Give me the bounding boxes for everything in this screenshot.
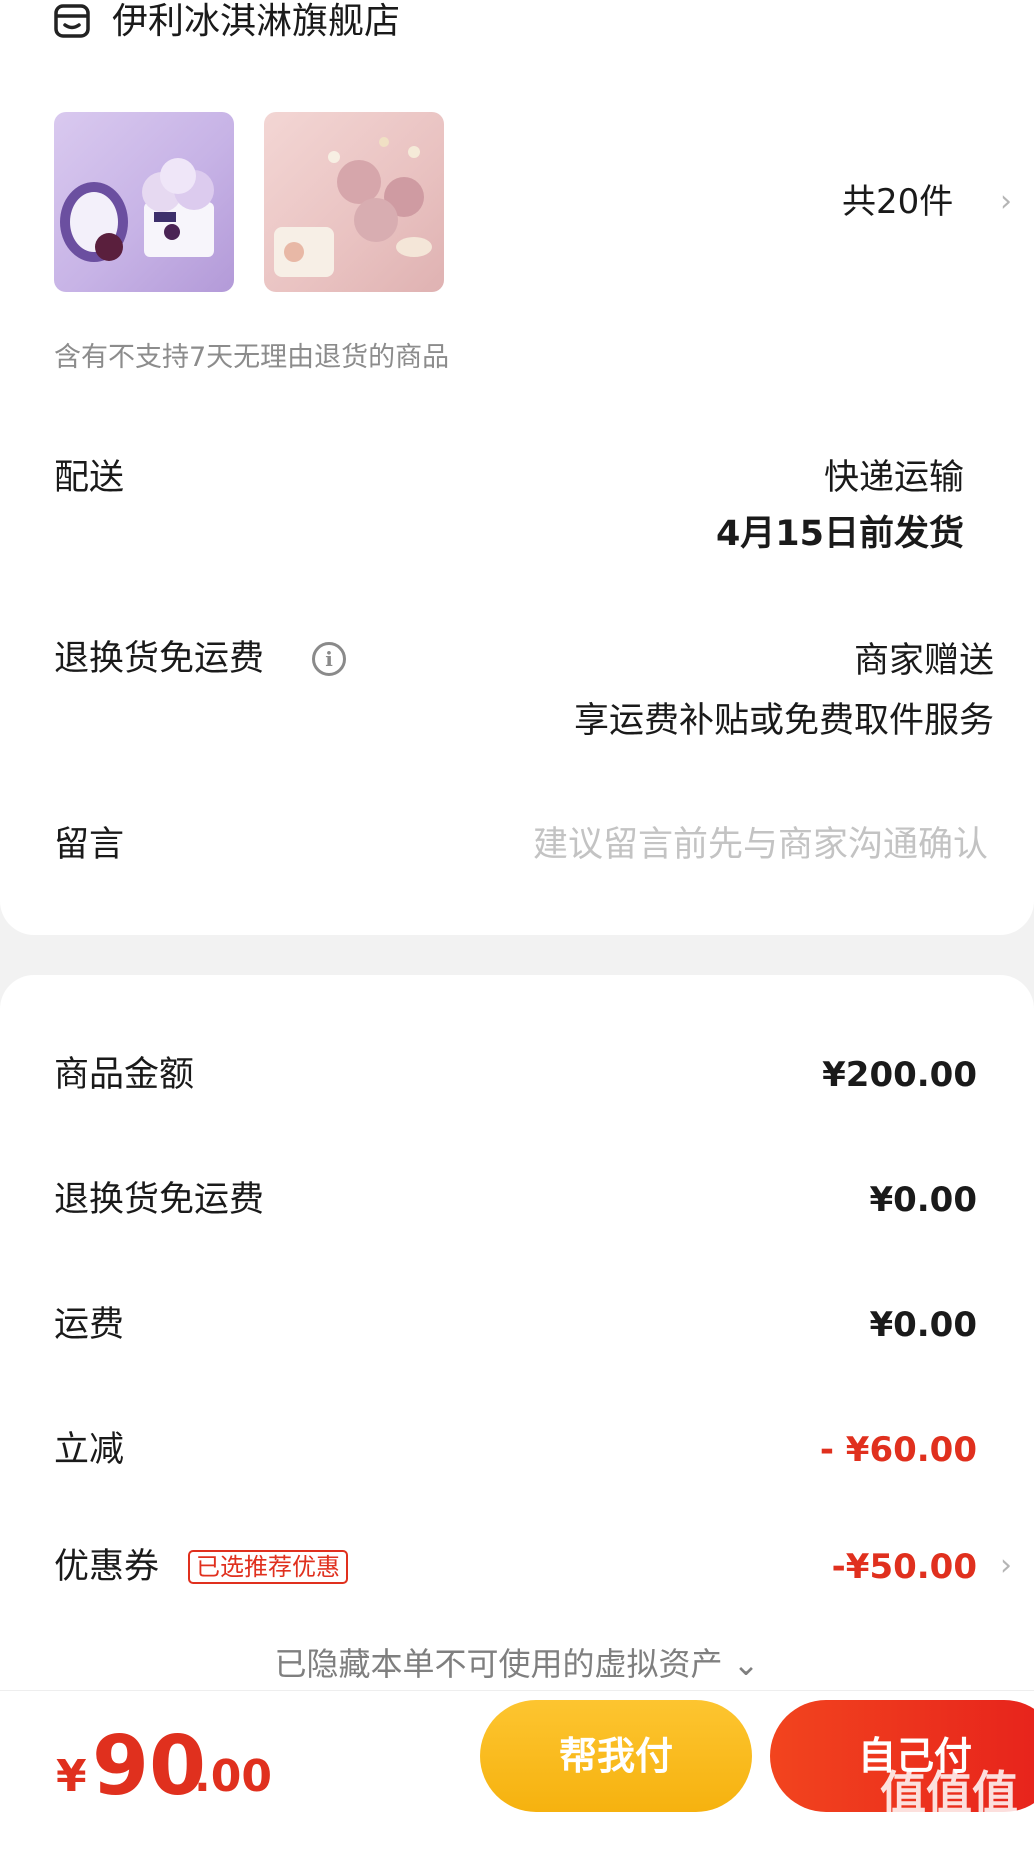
return-fee-amount: ¥0.00 [869,1180,977,1220]
delivery-label: 配送 [54,458,125,498]
coupon-label: 优惠券 [54,1547,160,1587]
shipping-fee-label: 运费 [54,1305,125,1345]
chevron-right-icon[interactable]: › [1000,1546,1012,1586]
chevron-right-icon[interactable]: › [1000,182,1012,222]
return-shipping-label: 退换货免运费 [54,639,265,679]
delivery-method[interactable]: 快递运输 [824,457,964,499]
order-info-card: 伊利冰淇淋旗舰店 共20件 › 含有不支持7天无理由退货的商品 配送 快递运输 … [0,0,1034,935]
total-currency: ¥ [56,1751,87,1802]
return-shipping-detail: 享运费补贴或免费取件服务 [573,701,994,741]
hidden-assets-toggle[interactable]: 已隐藏本单不可使用的虚拟资产 ⌄ [0,1644,1034,1684]
return-fee-label: 退换货免运费 [54,1180,265,1220]
instant-discount-label: 立减 [54,1430,125,1470]
ice-cream-image-2 [274,137,432,277]
help-pay-button[interactable]: 帮我付 [480,1700,752,1812]
total-decimal: .00 [194,1751,272,1802]
message-label: 留言 [54,825,125,865]
return-policy-notice: 含有不支持7天无理由退货的商品 [54,342,450,373]
total-amount: 90 [92,1719,207,1814]
return-shipping-provider: 商家赠送 [853,641,994,681]
info-icon[interactable]: i [312,642,346,676]
coupon-amount[interactable]: -¥50.00 [832,1546,977,1588]
instant-discount-amount: - ¥60.00 [819,1430,977,1470]
goods-amount-label: 商品金额 [54,1055,195,1095]
store-name[interactable]: 伊利冰淇淋旗舰店 [112,2,400,42]
watermark-url: zhizhizhi.com [876,1822,998,1843]
ship-date: 4月15日前发货 [715,514,964,554]
shipping-fee-amount: ¥0.00 [869,1305,977,1345]
coupon-badge: 已选推荐优惠 [188,1550,348,1584]
watermark-logo: 值值值 [880,1766,1018,1820]
message-input[interactable]: 建议留言前先与商家沟通确认 [533,824,988,866]
product-thumb-1[interactable] [54,112,234,292]
product-thumb-2[interactable] [264,112,444,292]
goods-amount: ¥200.00 [822,1055,977,1095]
store-icon [54,4,90,38]
ice-cream-image-1 [60,158,214,262]
item-count[interactable]: 共20件 [842,182,953,222]
